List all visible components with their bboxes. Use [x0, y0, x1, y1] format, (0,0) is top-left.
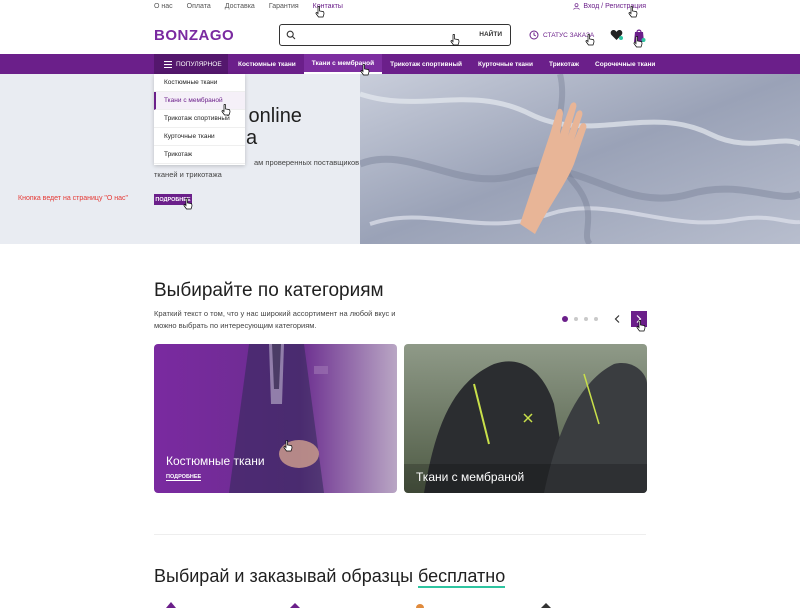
dropdown-item-suit-fabrics[interactable]: Костюмные ткани: [154, 74, 245, 92]
carousel-dot[interactable]: [562, 316, 568, 322]
carousel-prev-button[interactable]: [610, 312, 624, 326]
popular-dropdown: Костюмные ткани Ткани с мембраной Трикот…: [154, 74, 245, 165]
nav-item-jacket-fabrics[interactable]: Курточные ткани: [470, 54, 541, 74]
categories-title: Выбирайте по категориям: [154, 280, 384, 301]
samples-title: Выбирай и заказывай образцы бесплатно: [154, 566, 506, 588]
top-link-payment[interactable]: Оплата: [187, 3, 211, 10]
top-link-delivery[interactable]: Доставка: [225, 3, 255, 10]
hero-banner: ная online а ам проверенных поставщиков …: [0, 74, 800, 244]
nav-item-shirt-fabrics[interactable]: Сорочечные ткани: [587, 54, 663, 74]
category-card-more-link[interactable]: ПОДРОБНЕЕ: [166, 474, 202, 481]
fabric-image: [360, 74, 800, 244]
top-link-about[interactable]: О нас: [154, 3, 173, 10]
hand-cursor-icon: [633, 36, 643, 48]
section-divider: [154, 534, 646, 535]
dropdown-item-jacket-fabrics[interactable]: Курточные ткани: [154, 128, 245, 146]
chevron-left-icon: [614, 315, 620, 323]
hand-cursor-icon: [283, 440, 293, 452]
carousel-dot[interactable]: [594, 317, 598, 321]
suit-image: [154, 344, 397, 493]
dropdown-item-membrane-fabrics[interactable]: Ткани с мембраной: [154, 92, 245, 110]
hand-cursor-icon: [636, 320, 646, 332]
carousel-dots: [562, 316, 598, 322]
nav-item-membrane-fabrics[interactable]: Ткани с мембраной: [303, 54, 383, 74]
search-box: НАЙТИ: [279, 24, 511, 46]
hand-cursor-icon: [315, 6, 325, 18]
category-card-membrane[interactable]: Ткани с мембраной: [404, 344, 647, 493]
nav-item-knitwear[interactable]: Трикотаж: [541, 54, 587, 74]
hand-cursor-icon: [221, 104, 231, 116]
dropdown-item-sport-knit[interactable]: Трикотаж спортивный: [154, 110, 245, 128]
nav-items: Костюмные ткани Ткани с мембраной Трикот…: [230, 54, 663, 74]
samples-title-highlight: бесплатно: [418, 566, 506, 588]
search-button[interactable]: НАЙТИ: [479, 31, 502, 38]
search-icon: [286, 30, 296, 40]
hero-desc-line2: тканей и трикотажа: [154, 170, 222, 179]
nav-item-sport-knit[interactable]: Трикотаж спортивный: [382, 54, 470, 74]
clock-icon: [529, 30, 539, 40]
logo[interactable]: BONZAGO: [154, 27, 234, 44]
annotation-note: Кнопка ведет на страницу "О нас": [18, 195, 129, 202]
user-icon: [573, 3, 581, 10]
hand-cursor-icon: [360, 64, 370, 76]
dropdown-item-knitwear[interactable]: Трикотаж: [154, 146, 245, 164]
hand-cursor-icon: [450, 34, 460, 46]
main-nav: ПОПУЛЯРНОЕ Костюмные ткани Ткани с мембр…: [0, 54, 800, 74]
popular-menu-button[interactable]: ПОПУЛЯРНОЕ: [154, 54, 228, 74]
popular-label: ПОПУЛЯРНОЕ: [176, 60, 222, 68]
header: BONZAGO НАЙТИ СТАТУС ЗАКАЗА: [0, 18, 800, 54]
hand-cursor-icon: [585, 34, 595, 46]
carousel-dot[interactable]: [574, 317, 578, 321]
carousel-dot[interactable]: [584, 317, 588, 321]
category-card-label: Костюмные ткани: [166, 454, 265, 468]
top-link-warranty[interactable]: Гарантия: [269, 3, 299, 10]
samples-title-text: Выбирай и заказывай образцы: [154, 566, 419, 586]
nav-item-suit-fabrics[interactable]: Костюмные ткани: [230, 54, 304, 74]
menu-icon: [164, 60, 172, 68]
hand-cursor-icon: [183, 198, 193, 210]
top-bar: О нас Оплата Доставка Гарантия Контакты …: [0, 0, 800, 14]
heart-icon[interactable]: [610, 29, 623, 41]
search-input[interactable]: [302, 28, 452, 42]
category-card-label: Ткани с мембраной: [416, 470, 525, 484]
bottom-icons-row: [166, 602, 551, 608]
hand-cursor-icon: [628, 6, 638, 18]
categories-description: Краткий текст о том, что у нас широкий а…: [154, 309, 396, 330]
category-card-suit[interactable]: Костюмные ткани ПОДРОБНЕЕ: [154, 344, 397, 493]
